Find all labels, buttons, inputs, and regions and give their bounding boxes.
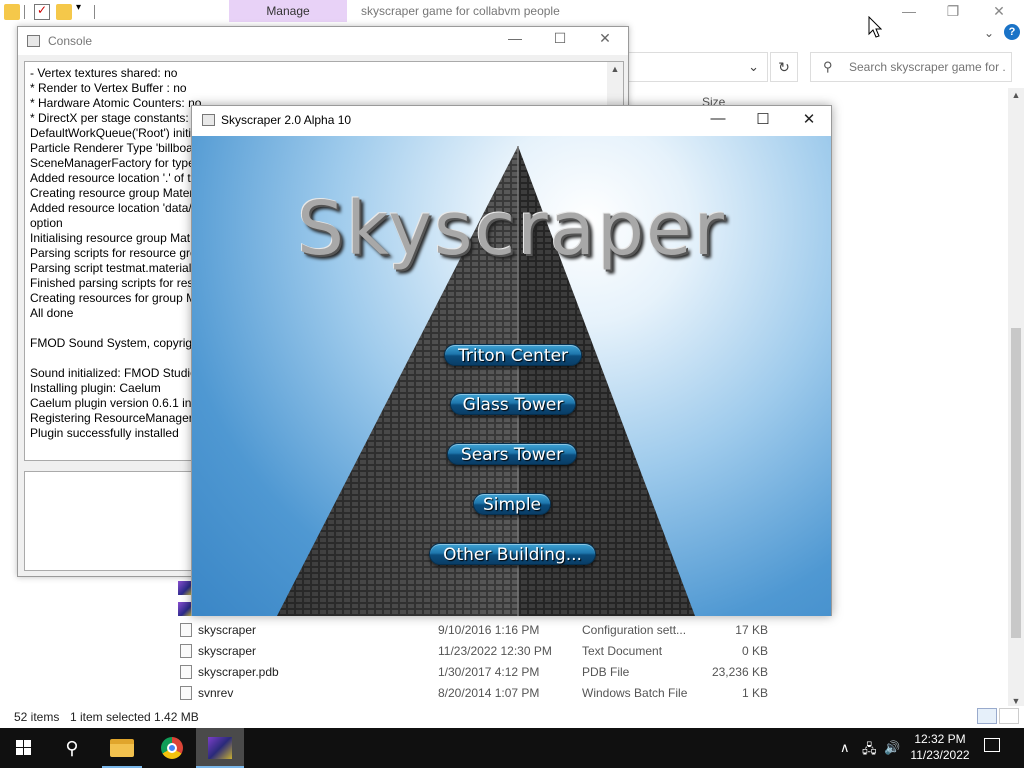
skyscraper-app-icon — [202, 114, 215, 126]
search-icon: ⚲ — [823, 59, 833, 74]
expand-ribbon-icon[interactable]: ⌄ — [984, 26, 994, 40]
taskbar-file-explorer[interactable] — [98, 728, 146, 768]
folder-icon[interactable] — [4, 4, 20, 20]
game-viewport: Skyscraper Triton Center Glass Tower Sea… — [192, 136, 831, 616]
status-bar: 52 items 1 item selected 1.42 MB — [0, 706, 1024, 728]
clock[interactable]: 12:32 PM 11/23/2022 — [902, 731, 978, 763]
log-line: - Vertex textures shared: no — [30, 66, 178, 80]
close-button[interactable]: ✕ — [976, 0, 1022, 24]
config-file-icon — [180, 623, 192, 637]
divider — [24, 5, 25, 19]
time: 12:32 PM — [914, 732, 966, 746]
file-name: svnrev — [198, 686, 234, 700]
details-view-button[interactable] — [977, 708, 997, 724]
show-hidden-icons-chevron[interactable]: ∧ — [840, 740, 850, 756]
file-type: PDB File — [582, 665, 630, 679]
file-date: 1/30/2017 4:12 PM — [438, 665, 540, 679]
file-size: 23,236 KB — [711, 665, 768, 679]
file-size: 17 KB — [735, 623, 768, 637]
simple-button[interactable]: Simple — [473, 493, 551, 515]
volume-icon[interactable]: 🔊 — [884, 740, 900, 756]
tab-manage[interactable]: Manage — [229, 0, 347, 22]
file-name: skyscraper — [198, 623, 257, 637]
file-row[interactable]: skyscraper 9/10/2016 1:16 PM Configurati… — [176, 620, 796, 641]
large-icons-view-button[interactable] — [999, 708, 1019, 724]
scrollbar-thumb[interactable] — [1011, 328, 1021, 638]
start-button[interactable] — [0, 728, 48, 768]
skyscraper-title: Skyscraper 2.0 Alpha 10 — [221, 113, 352, 127]
properties-icon[interactable] — [34, 3, 50, 20]
file-row[interactable]: skyscraper.pdb 1/30/2017 4:12 PM PDB Fil… — [176, 662, 796, 683]
file-size: 0 KB — [741, 644, 768, 658]
file-name: skyscraper.pdb — [198, 665, 279, 679]
close-button[interactable]: ✕ — [786, 110, 832, 128]
triton-center-button[interactable]: Triton Center — [444, 344, 582, 366]
skyscraper-titlebar[interactable]: Skyscraper 2.0 Alpha 10 — ☐ ✕ — [192, 106, 831, 136]
address-history-dropdown[interactable]: ⌄ — [628, 52, 768, 82]
taskbar: ⚲ ∧ 🖧 🔊 12:32 PM 11/23/2022 — [0, 728, 1024, 768]
file-list-scrollbar[interactable]: ▲ ▼ — [1008, 88, 1024, 708]
taskbar-chrome[interactable] — [148, 728, 196, 768]
help-icon[interactable]: ? — [1004, 24, 1020, 40]
scroll-down-icon[interactable]: ▼ — [1008, 696, 1024, 706]
file-type: Configuration sett... — [582, 623, 687, 637]
skyscraper-app-icon — [178, 602, 192, 616]
item-count: 52 items — [14, 710, 60, 724]
chevron-down-icon: ⌄ — [748, 59, 759, 74]
file-size: 1 KB — [741, 686, 768, 700]
console-titlebar[interactable]: Console — ☐ ✕ — [18, 27, 628, 55]
chrome-icon — [161, 737, 183, 759]
divider — [94, 5, 95, 19]
maximize-button[interactable]: ☐ — [740, 110, 786, 128]
minimize-button[interactable]: — — [495, 30, 535, 46]
folder-icon — [110, 739, 134, 757]
scroll-up-icon[interactable]: ▲ — [607, 64, 623, 74]
window-title: skyscraper game for collabvm people — [361, 4, 560, 18]
game-logo: Skyscraper — [297, 186, 726, 272]
file-icon — [180, 665, 192, 679]
taskbar-skyscraper[interactable] — [196, 728, 244, 768]
skyscraper-app-icon — [178, 581, 192, 595]
file-date: 11/23/2022 12:30 PM — [438, 644, 552, 658]
minimize-button[interactable]: — — [695, 110, 741, 127]
log-line: * Render to Vertex Buffer : no — [30, 81, 187, 95]
skyscraper-app-icon — [208, 737, 232, 759]
network-icon[interactable]: 🖧 — [862, 740, 877, 762]
windows-logo-icon — [16, 740, 31, 755]
close-button[interactable]: ✕ — [585, 30, 625, 47]
glass-tower-button[interactable]: Glass Tower — [450, 393, 576, 415]
file-name: skyscraper — [198, 644, 257, 658]
file-row[interactable]: skyscraper 11/23/2022 12:30 PM Text Docu… — [176, 641, 796, 662]
new-folder-icon[interactable] — [56, 4, 72, 20]
date: 11/23/2022 — [910, 748, 970, 762]
file-date: 8/20/2014 1:07 PM — [438, 686, 540, 700]
file-date: 9/10/2016 1:16 PM — [438, 623, 540, 637]
search-icon[interactable]: ⚲ — [48, 728, 96, 768]
other-building-button[interactable]: Other Building... — [429, 543, 596, 565]
customize-quick-access-icon[interactable]: ▾ — [76, 2, 81, 13]
mouse-cursor-icon — [868, 16, 882, 38]
console-app-icon — [27, 35, 40, 47]
sears-tower-button[interactable]: Sears Tower — [447, 443, 577, 465]
file-row[interactable]: svnrev 8/20/2014 1:07 PM Windows Batch F… — [176, 683, 796, 704]
search-box[interactable]: ⚲ — [810, 52, 1012, 82]
action-center-icon[interactable] — [984, 738, 1000, 752]
maximize-button[interactable]: ☐ — [540, 30, 580, 47]
refresh-button[interactable]: ↻ — [770, 52, 798, 82]
text-file-icon — [180, 644, 192, 658]
skyscraper-window: Skyscraper 2.0 Alpha 10 — ☐ ✕ Skyscraper… — [191, 105, 832, 616]
selection-info: 1 item selected 1.42 MB — [70, 710, 199, 724]
search-input[interactable] — [847, 59, 1007, 75]
file-type: Text Document — [582, 644, 663, 658]
console-title: Console — [48, 34, 93, 48]
maximize-button[interactable]: ❐ — [930, 0, 976, 24]
file-type: Windows Batch File — [582, 686, 688, 700]
scroll-up-icon[interactable]: ▲ — [1008, 90, 1024, 100]
batch-file-icon — [180, 686, 192, 700]
minimize-button[interactable]: — — [886, 0, 932, 24]
